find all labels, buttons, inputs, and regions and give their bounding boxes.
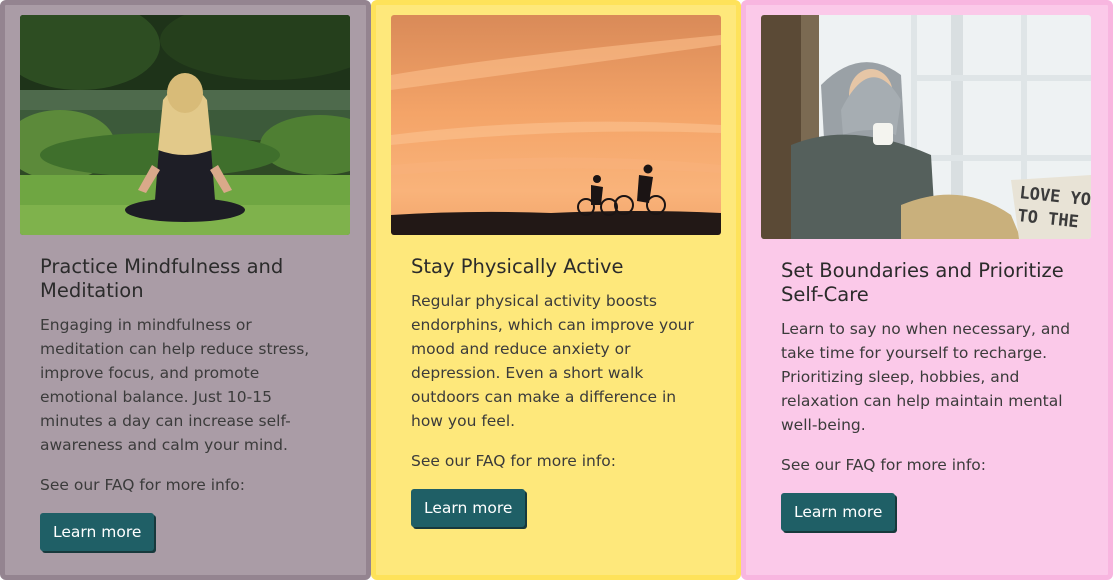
cyclists-photo [391,15,721,235]
learn-more-button[interactable]: Learn more [411,489,526,527]
faq-text: See our FAQ for more info: [781,456,987,474]
faq-text: See our FAQ for more info: [40,476,246,494]
card-self-care: LOVE YOU TO THE Set Boundaries and Prior… [741,0,1113,580]
card-body: Stay Physically Active Regular physical … [411,255,708,527]
card-title: Practice Mindfulness and Meditation [40,255,284,302]
card-body: Set Boundaries and Prioritize Self-Care … [781,259,1080,531]
meditation-photo [20,15,350,235]
learn-more-button[interactable]: Learn more [40,513,155,551]
self-care-photo: LOVE YOU TO THE [761,15,1091,239]
cards-container: Practice Mindfulness and Meditation Enga… [0,0,1113,580]
card-title: Set Boundaries and Prioritize Self-Care [781,259,1064,306]
faq-text: See our FAQ for more info: [411,452,617,470]
learn-more-button[interactable]: Learn more [781,493,896,531]
card-title: Stay Physically Active [411,255,624,278]
card-mindfulness: Practice Mindfulness and Meditation Enga… [0,0,371,580]
card-description: Learn to say no when necessary, and take… [781,320,1071,434]
card-physical-activity: Stay Physically Active Regular physical … [371,0,741,580]
card-body: Practice Mindfulness and Meditation Enga… [40,255,338,551]
card-description: Engaging in mindfulness or meditation ca… [40,316,310,454]
card-description: Regular physical activity boosts endorph… [411,292,694,430]
